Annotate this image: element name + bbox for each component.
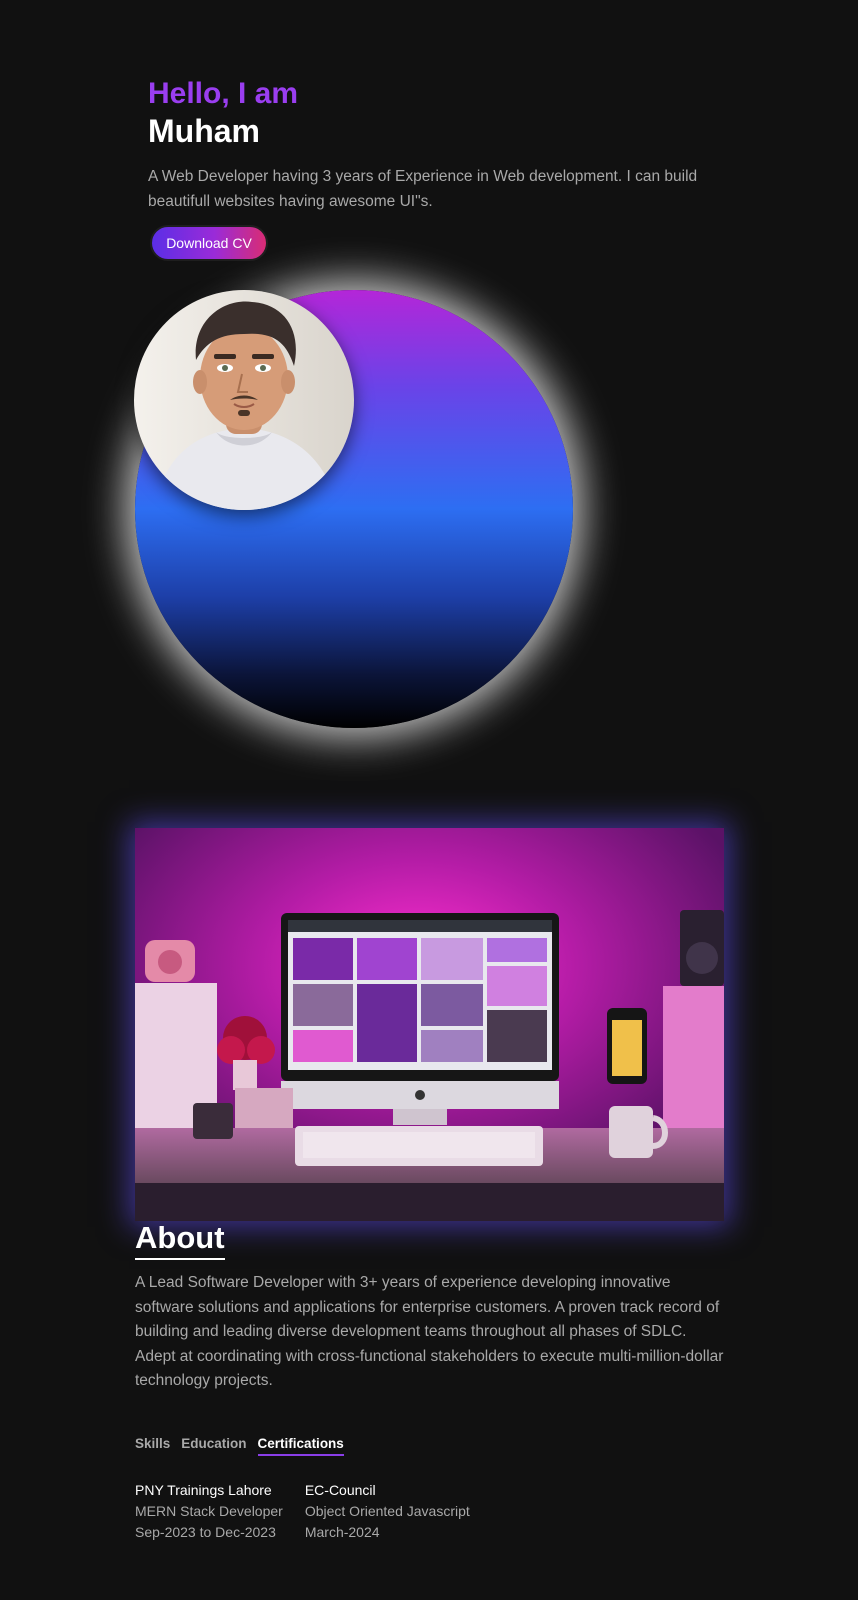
certification-course: Object Oriented Javascript <box>304 1503 470 1519</box>
certifications-list: PNY Trainings Lahore MERN Stack Develope… <box>135 1480 492 1543</box>
certification-course: MERN Stack Developer <box>135 1503 283 1519</box>
certification-date: March-2024 <box>304 1524 380 1540</box>
hero-name: Muham <box>148 113 260 149</box>
hero-section: Hello, I am Muham A Web Developer having… <box>148 76 728 214</box>
about-heading: About <box>135 1218 225 1260</box>
certification-org: EC-Council <box>304 1482 376 1498</box>
about-tabs: Skills Education Certifications <box>135 1436 355 1456</box>
download-cv-button[interactable]: Download CV <box>150 225 268 261</box>
hero-intro: A Web Developer having 3 years of Experi… <box>148 168 698 210</box>
certification-org: PNY Trainings Lahore <box>135 1482 272 1498</box>
tab-skills[interactable]: Skills <box>135 1436 170 1456</box>
avatar-portrait <box>134 290 354 510</box>
about-paragraph: A Lead Software Developer with 3+ years … <box>135 1274 724 1390</box>
hero-greeting: Hello, I am <box>148 77 299 110</box>
tab-certifications[interactable]: Certifications <box>257 1436 344 1456</box>
certification-item: EC-Council Object Oriented Javascript Ma… <box>305 1480 470 1543</box>
certification-date: Sep-2023 to Dec-2023 <box>135 1524 276 1540</box>
certification-item: PNY Trainings Lahore MERN Stack Develope… <box>135 1480 283 1543</box>
desk-setup-image <box>135 828 724 1221</box>
desk-setup-photo <box>135 828 724 1221</box>
avatar <box>134 290 354 510</box>
tab-education[interactable]: Education <box>181 1436 246 1456</box>
